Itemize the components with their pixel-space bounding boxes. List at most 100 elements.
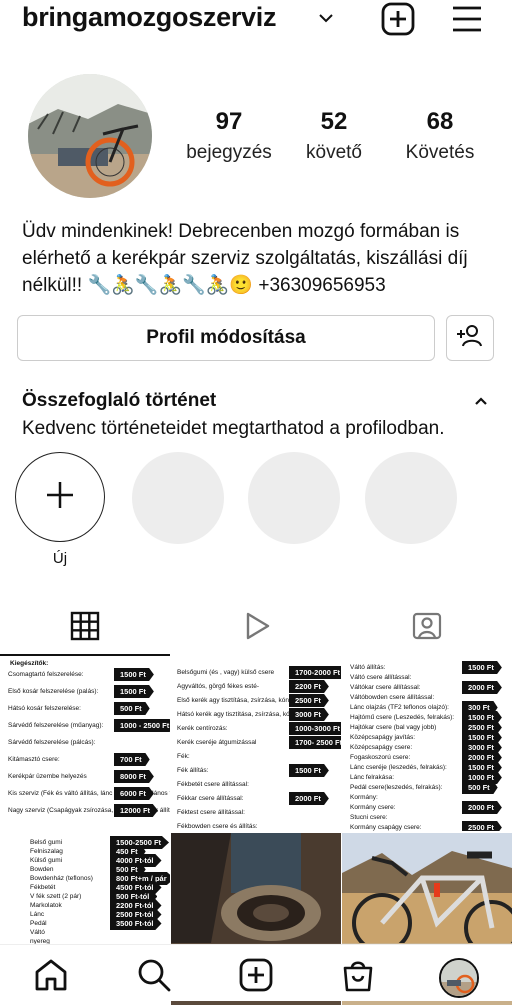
posts-count-label: bejegyzés (186, 142, 272, 163)
tab-reels[interactable] (171, 600, 341, 656)
price-tag: 1500 Ft (114, 685, 154, 698)
price-tag: 1700- 2500 Ft (289, 736, 341, 749)
highlight-placeholder (248, 452, 340, 544)
price-list-label: Sárvédő felszerelése (műanyag): (8, 722, 104, 729)
profile-avatar[interactable] (28, 74, 152, 198)
price-list-label: Kerék cseréje átgumizással (177, 739, 257, 746)
followers-count[interactable]: 52 követő (279, 108, 389, 164)
price-list-label: Fékbowden csere és állítás: (177, 823, 258, 830)
plus-icon (45, 480, 75, 515)
profile-username[interactable]: bringamozgoszerviz (22, 2, 276, 33)
price-list-label: Féktest csere állítással: (177, 809, 245, 816)
price-list-label: Kerék centírozás: (177, 725, 228, 732)
price-tag: 6000 Ft (114, 787, 154, 800)
price-list-label: Belsőgumi (és , vagy) külső csere (177, 669, 275, 676)
price-list-label: V fék szett (2 pár) (30, 893, 82, 900)
post-heading: Kiegészítők: (10, 660, 49, 667)
price-list-label: Felniszalag (30, 848, 63, 855)
new-highlight-label: Új (52, 550, 68, 567)
price-list-label: Első kosár felszerelése (palás): (8, 688, 99, 695)
hamburger-menu-icon[interactable] (451, 3, 483, 40)
tab-tagged[interactable] (342, 600, 512, 656)
price-tag: 1700-2000 Ft (289, 666, 341, 679)
price-list-label: Külső gumi (30, 857, 63, 864)
bottom-navigation (0, 944, 512, 1001)
search-icon[interactable] (136, 957, 172, 998)
posts-count-value: 97 (215, 108, 243, 135)
price-list-label: Stucni csere: (350, 814, 388, 821)
price-tag: 500 Ft (114, 702, 150, 715)
following-count-label: Követés (405, 142, 475, 163)
price-list-label: Markolatok (30, 902, 62, 909)
highlight-placeholder (365, 452, 457, 544)
add-user-button[interactable] (446, 315, 494, 361)
price-list-label: Kerékpár üzembe helyezés (8, 773, 87, 780)
grid-icon (70, 611, 100, 646)
highlights-subtitle: Kedvenc történeteidet megtarthatod a pro… (22, 418, 445, 439)
edit-profile-button[interactable]: Profil módosítása (17, 315, 435, 361)
price-list-label: Váltó csere állítással: (350, 674, 412, 681)
price-list-label: Váltó állítás: (350, 664, 386, 671)
tagged-icon (411, 610, 443, 647)
price-list-label: Fékkar csere állítással: (177, 795, 244, 802)
followers-count-value: 52 (320, 108, 348, 135)
highlights-title: Összefoglaló történet (22, 390, 217, 411)
price-tag: 2500 Ft (462, 821, 502, 831)
price-list-label: Fékbetét csere állítással: (177, 781, 249, 788)
price-tag: 2000 Ft (462, 681, 502, 694)
price-list-label: Kormány csere: (350, 804, 396, 811)
create-icon[interactable] (238, 957, 274, 998)
price-list-label: Fogaskoszorú csere: (350, 754, 411, 761)
profile-bio: Üdv mindenkinek! Debrecenben mozgó formá… (22, 221, 468, 296)
profile-avatar-small[interactable] (439, 958, 479, 998)
price-tag: 2500 Ft (289, 694, 329, 707)
price-list-label: Középcsapágy javítás: (350, 734, 416, 741)
price-list-label: Kormány csapágy csere: (350, 824, 422, 831)
post-price-list-drivetrain[interactable]: Váltó állítás: 1500 Ft Váltó csere állítás… (342, 659, 512, 831)
new-post-icon[interactable] (380, 1, 416, 42)
price-tag: 1000-3000 Ft (289, 722, 341, 735)
add-user-icon (456, 322, 484, 355)
price-tag: 2000 Ft (289, 792, 329, 805)
price-tag: 3000 Ft (289, 708, 329, 721)
price-list-label: Sárvédő felszerelése (pálcás): (8, 739, 96, 746)
price-tag: 2000 Ft (462, 801, 502, 814)
post-price-list-wheels-brakes[interactable]: Belsőgumi (és , vagy) külső csere 1700-20… (171, 659, 341, 831)
top-bar: bringamozgoszerviz (0, 0, 512, 40)
price-list-label: Hajtókar csere (bal vagy jobb) (350, 724, 437, 731)
price-list-label: Váltóbowden csere állítással: (350, 694, 435, 701)
price-tag: 2200 Ft (289, 680, 329, 693)
price-tag: 500 Ft (462, 781, 498, 794)
price-list-label: Lánc (30, 911, 45, 918)
price-list-label: Pedál (30, 920, 47, 927)
home-icon[interactable] (33, 957, 69, 998)
price-tag: 1000 - 2500 Ft (114, 719, 170, 732)
post-price-list-accessories[interactable]: Kiegészítők: Csomagtartó felszerelése: 15… (0, 659, 170, 831)
price-list-label: Bowden (30, 866, 54, 873)
chevron-up-icon[interactable] (472, 392, 490, 415)
price-list-label: Kitámasztó csere: (8, 756, 60, 763)
shop-icon[interactable] (340, 957, 376, 998)
price-list-label: Lánc olajzás (TF2 teflonos olajzó): (350, 704, 449, 711)
price-list-label: Pedál csere(leszedés, felrakás): (350, 784, 443, 791)
price-list-label: Váltókar csere állítással: (350, 684, 421, 691)
price-list-label: Fék állítás: (177, 767, 209, 774)
price-tag: 12000 Ft (114, 804, 159, 817)
following-count-value: 68 (426, 108, 454, 135)
price-list-label: Csomagtartó felszerelése: (8, 671, 84, 678)
price-tag: 1500 Ft (114, 668, 154, 681)
posts-grid: Kiegészítők: Csomagtartó felszerelése: 15… (0, 659, 512, 1005)
price-list-label: Lánc cseréje (leszedés, felrakás): (350, 764, 447, 771)
tab-posts-grid[interactable] (0, 600, 170, 656)
price-list-label: Bowdenház (teflonos) (30, 875, 93, 882)
following-count[interactable]: 68 Követés (385, 108, 495, 164)
posts-count[interactable]: 97 bejegyzés (174, 108, 284, 164)
price-list-label: Hátsó kosár felszerelése: (8, 705, 81, 712)
price-tag: 3500 Ft-tól (110, 917, 162, 930)
new-highlight-button[interactable] (15, 452, 105, 542)
price-list-label: Agyváltós, görgő fékes esté- (177, 683, 260, 690)
price-list-label: Kormány: (350, 794, 378, 801)
price-list-label: Belső gumi (30, 839, 63, 846)
chevron-down-icon[interactable] (316, 8, 336, 33)
active-tab-indicator (0, 654, 170, 656)
